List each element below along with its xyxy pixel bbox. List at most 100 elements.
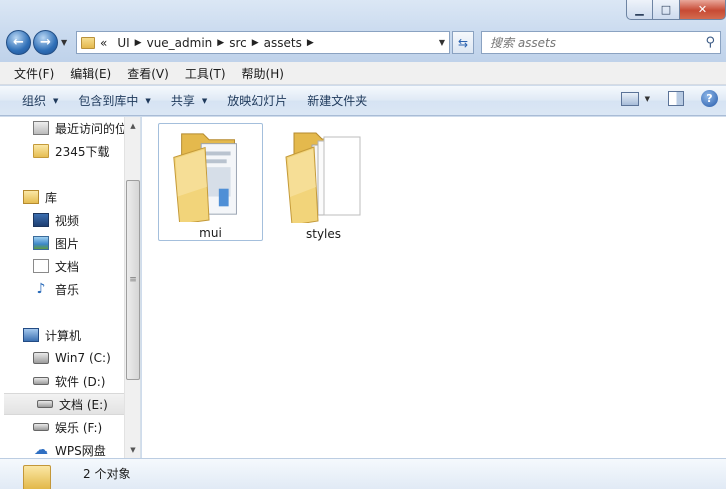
preview-pane-icon[interactable]: [668, 91, 684, 106]
item-count: 2 个对象: [83, 467, 131, 481]
slideshow-button[interactable]: 放映幻灯片: [219, 92, 299, 109]
nav-item-libraries[interactable]: 库: [0, 186, 126, 208]
new-folder-button[interactable]: 新建文件夹: [299, 92, 379, 109]
address-bar[interactable]: « UI ▶ vue_admin ▶ src ▶ assets ▶ ▼: [76, 31, 450, 54]
nav-item-wps-cloud[interactable]: ☁ WPS网盘: [0, 439, 126, 458]
scroll-up-arrow[interactable]: ▲: [125, 117, 140, 134]
drive-icon: [33, 423, 49, 431]
file-label: styles: [305, 227, 342, 241]
folder-icon: [284, 132, 360, 223]
back-button[interactable]: ←: [6, 30, 31, 55]
nav-item-music[interactable]: ♪ 音乐: [0, 278, 126, 300]
chevron-right-icon[interactable]: ▶: [252, 38, 259, 48]
view-controls: ▼ ?: [620, 90, 718, 107]
nav-item-label: 图片: [55, 236, 80, 251]
chevron-right-icon[interactable]: ▶: [307, 38, 314, 48]
folder-icon: [81, 36, 95, 49]
file-list[interactable]: mui styles: [142, 117, 726, 458]
search-input[interactable]: [490, 35, 690, 50]
nav-item-label: 计算机: [45, 328, 82, 343]
menu-edit[interactable]: 编辑(E): [62, 65, 119, 82]
windows-drive-icon: [33, 352, 49, 364]
recent-pages-dropdown[interactable]: ▼: [61, 38, 67, 47]
share-button[interactable]: 共享 ▼: [163, 92, 219, 109]
breadcrumb-src[interactable]: src: [224, 36, 252, 50]
nav-item-drive-e[interactable]: 文档 (E:): [4, 393, 126, 415]
nav-item-label: 文档: [55, 259, 80, 274]
folder-icon: [33, 144, 49, 158]
nav-item-recent-places[interactable]: 最近访问的位置: [0, 117, 139, 139]
menu-tools[interactable]: 工具(T): [177, 65, 234, 82]
nav-item-pictures[interactable]: 图片: [0, 232, 126, 254]
document-icon: [33, 259, 49, 273]
recent-places-icon: [33, 121, 49, 135]
menu-help[interactable]: 帮助(H): [234, 65, 292, 82]
scroll-thumb[interactable]: ≡: [126, 180, 140, 380]
nav-item-2345-downloads[interactable]: 2345下载: [0, 140, 126, 162]
picture-icon: [33, 236, 49, 250]
nav-item-drive-c[interactable]: Win7 (C:): [0, 347, 126, 369]
computer-icon: [23, 328, 39, 342]
navigation-pane: 最近访问的位置 2345下载 库 视频 图片 文档 ♪ 音乐 计算机 Win7 …: [0, 117, 141, 458]
nav-item-label: 2345下载: [55, 144, 110, 159]
folder-item-styles[interactable]: styles: [271, 123, 376, 241]
nav-item-computer[interactable]: 计算机: [0, 324, 126, 346]
nav-item-drive-d[interactable]: 软件 (D:): [0, 370, 126, 392]
breadcrumb-overflow[interactable]: «: [95, 36, 112, 50]
folder-icon: [23, 465, 51, 489]
nav-item-documents[interactable]: 文档: [0, 255, 126, 277]
command-bar: 组织 ▼ 包含到库中 ▼ 共享 ▼ 放映幻灯片 新建文件夹 ▼ ?: [0, 86, 726, 116]
organize-label: 组织: [22, 94, 47, 108]
help-icon[interactable]: ?: [701, 90, 718, 107]
change-view-icon[interactable]: [620, 91, 639, 106]
music-icon: ♪: [36, 281, 46, 297]
window-controls: ▁ □ ✕: [626, 0, 726, 20]
close-button[interactable]: ✕: [680, 0, 726, 20]
nav-item-label: 娱乐 (F:): [55, 420, 103, 435]
video-icon: [33, 213, 49, 227]
nav-item-label: 文档 (E:): [59, 397, 108, 412]
menu-file[interactable]: 文件(F): [6, 65, 62, 82]
breadcrumb-vue-admin[interactable]: vue_admin: [142, 36, 218, 50]
view-options-dropdown[interactable]: ▼: [645, 95, 650, 103]
search-box[interactable]: ⚲: [481, 31, 721, 54]
search-icon[interactable]: ⚲: [705, 35, 715, 50]
chevron-down-icon: ▼: [145, 96, 151, 105]
nav-item-videos[interactable]: 视频: [0, 209, 126, 231]
forward-button[interactable]: →: [33, 30, 58, 55]
cloud-icon: ☁: [34, 442, 48, 458]
navigation-buttons: ← → ▼: [6, 30, 67, 55]
refresh-button[interactable]: ⇆: [452, 31, 474, 54]
folder-item-mui[interactable]: mui: [158, 123, 263, 241]
menu-view[interactable]: 查看(V): [119, 65, 177, 82]
nav-item-label: WPS网盘: [55, 443, 106, 458]
file-label: mui: [199, 226, 222, 240]
folder-icon: [172, 133, 237, 222]
organize-button[interactable]: 组织 ▼: [14, 92, 70, 109]
refresh-icon: ⇆: [457, 35, 469, 50]
include-in-library-label: 包含到库中: [78, 94, 139, 108]
include-in-library-button[interactable]: 包含到库中 ▼: [70, 92, 162, 109]
nav-item-drive-f[interactable]: 娱乐 (F:): [0, 416, 126, 438]
minimize-button[interactable]: ▁: [626, 0, 653, 20]
nav-scrollbar[interactable]: ▲ ≡ ▼: [124, 117, 140, 458]
share-label: 共享: [170, 94, 195, 108]
window-chrome: ▁ □ ✕ ← → ▼ « UI ▶ vue_admin ▶ src ▶ ass…: [0, 0, 726, 62]
address-history-dropdown[interactable]: ▼: [439, 38, 445, 47]
nav-item-label: 视频: [55, 213, 80, 228]
breadcrumb-ui[interactable]: UI: [112, 36, 134, 50]
breadcrumb-assets[interactable]: assets: [259, 36, 307, 50]
nav-item-label: 软件 (D:): [55, 374, 106, 389]
nav-item-label: 库: [45, 190, 58, 205]
drive-icon: [33, 377, 49, 385]
maximize-button[interactable]: □: [653, 0, 680, 20]
scroll-down-arrow[interactable]: ▼: [125, 441, 140, 458]
chevron-right-icon[interactable]: ▶: [217, 38, 224, 48]
status-bar: 2 个对象: [0, 458, 726, 489]
nav-item-label: 音乐: [55, 282, 80, 297]
nav-item-label: Win7 (C:): [55, 351, 111, 365]
chevron-right-icon[interactable]: ▶: [135, 38, 142, 48]
chevron-down-icon: ▼: [53, 96, 59, 105]
menu-bar: 文件(F) 编辑(E) 查看(V) 工具(T) 帮助(H): [0, 62, 726, 85]
library-icon: [23, 190, 39, 204]
